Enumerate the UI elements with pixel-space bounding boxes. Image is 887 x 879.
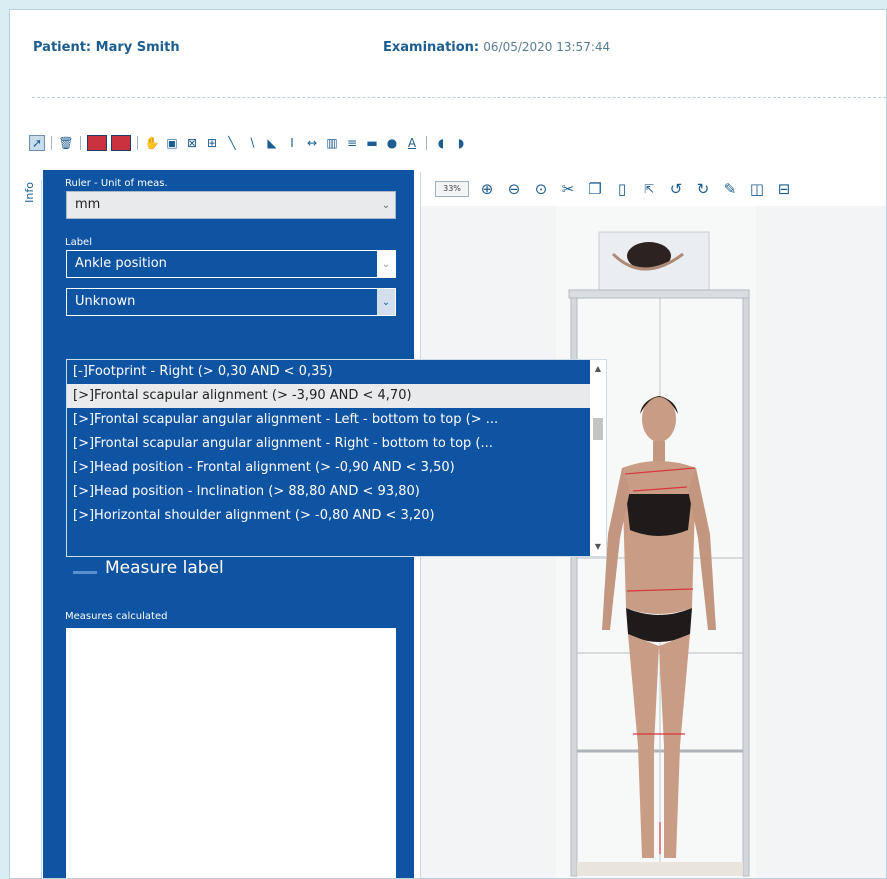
measure-tool-icon[interactable]: ⊞ [204,135,220,151]
copy-icon[interactable]: ❐ [586,180,604,198]
rotate-right-icon[interactable]: ↻ [694,180,712,198]
scroll-down-icon[interactable]: ▼ [590,540,606,554]
select-arrow-icon[interactable]: ⇱ [640,182,658,196]
drawing-toolbar: ➚ 🗑 ✋ ▣ ⊠ ⊞ ╲ ∖ ◣ I ↔ ▥ ≡ ▬ ● A ◖ ◗ [29,133,469,153]
angle-icon[interactable]: ∖ [244,135,260,151]
label-caption: Label [65,237,92,248]
measure-label-text: Measure label [105,558,224,578]
list-item[interactable]: [-]Footprint - Right (> 0,30 AND < 0,35) [67,360,591,384]
header-divider [32,97,886,98]
crop-icon[interactable]: ⊠ [184,135,200,151]
patient-name: Patient: Mary Smith [33,40,180,55]
chevron-down-icon: ⌄ [381,199,391,211]
toolbar-separator [426,136,427,150]
chevron-down-icon: ⌄ [377,289,395,315]
split-vertical-icon[interactable]: ◫ [748,180,766,198]
chevron-down-icon: ⌄ [377,251,395,277]
listbox-scrollbar[interactable]: ▲ ▼ [590,360,606,556]
examination-date: 06/05/2020 13:57:44 [483,40,611,54]
pen-icon[interactable]: ✎ [721,180,739,198]
measure-label-button[interactable]: Measure label [73,558,224,578]
vertical-measure-icon[interactable]: I [284,135,300,151]
split-horizontal-icon[interactable]: ⊟ [775,180,793,198]
text-icon[interactable]: A [404,135,420,151]
label-value-select[interactable]: Unknown ⌄ [66,288,396,316]
info-tab-label: Info [23,182,36,203]
zoom-level[interactable]: 33% [435,181,469,197]
measure-label-icon [73,562,97,574]
right-angle-icon[interactable]: ◣ [264,135,280,151]
rect-red-outline-icon[interactable] [111,135,131,151]
image-icon[interactable]: ▣ [164,135,180,151]
zoom-in-icon[interactable]: ⊕ [478,180,496,198]
list-item[interactable]: [>]Horizontal shoulder alignment (> -0,8… [67,504,591,528]
scissors-icon[interactable]: ✂ [559,180,577,198]
measures-calculated-caption: Measures calculated [65,611,168,622]
left-foot-icon[interactable]: ◖ [433,135,449,151]
viewer-toolbar: 33% ⊕ ⊖ ⊙ ✂ ❐ ▯ ⇱ ↺ ↻ ✎ ◫ ⊟ [421,172,886,206]
examination-key: Examination: [383,40,480,55]
label-value-select-value: Unknown [75,294,136,309]
ellipse-icon[interactable]: ● [384,135,400,151]
grid-icon[interactable]: ▥ [324,135,340,151]
paste-icon[interactable]: ▯ [613,180,631,198]
label-options-listbox[interactable]: [-]Footprint - Right (> 0,30 AND < 0,35)… [66,359,607,557]
toolbar-separator [137,136,138,150]
zoom-out-icon[interactable]: ⊖ [505,180,523,198]
frame-right-pole [742,297,750,877]
unit-select[interactable]: mm ⌄ [66,191,396,219]
zoom-fit-icon[interactable]: ⊙ [532,180,550,198]
scroll-up-icon[interactable]: ▲ [590,362,606,376]
examination-info: Examination: 06/05/2020 13:57:44 [383,40,610,55]
right-foot-icon[interactable]: ◗ [453,135,469,151]
list-item[interactable]: [>]Head position - Frontal alignment (> … [67,456,591,480]
rotate-left-icon[interactable]: ↺ [667,180,685,198]
hand-icon[interactable]: ✋ [144,135,160,151]
list-item[interactable]: [>]Frontal scapular angular alignment - … [67,408,591,432]
trash-icon[interactable]: 🗑 [58,135,74,151]
info-side-tab[interactable]: Info [22,180,42,878]
label-select[interactable]: Ankle position ⌄ [66,250,396,278]
list-item[interactable]: [>]Frontal scapular angular alignment - … [67,432,591,456]
list-item[interactable]: [>]Head position - Inclination (> 88,80 … [67,480,591,504]
list-item-selected[interactable]: [>]Frontal scapular alignment (> -3,90 A… [67,384,591,408]
frame-top-bar [568,289,750,299]
scroll-thumb[interactable] [593,418,603,440]
line-icon[interactable]: ╲ [224,135,240,151]
app-page: Patient: Mary Smith Examination: 06/05/2… [9,9,887,879]
horizontal-measure-icon[interactable]: ↔ [304,135,320,151]
bar-icon[interactable]: ▬ [364,135,380,151]
measures-calculated-box [66,628,396,878]
pointer-icon[interactable]: ➚ [29,135,45,151]
toolbar-separator [51,136,52,150]
toolbar-separator [80,136,81,150]
unit-select-value: mm [75,197,101,212]
rect-red-icon[interactable] [87,135,107,151]
lines-icon[interactable]: ≡ [344,135,360,151]
label-select-value: Ankle position [75,256,167,271]
ruler-unit-caption: Ruler - Unit of meas. [65,178,168,189]
